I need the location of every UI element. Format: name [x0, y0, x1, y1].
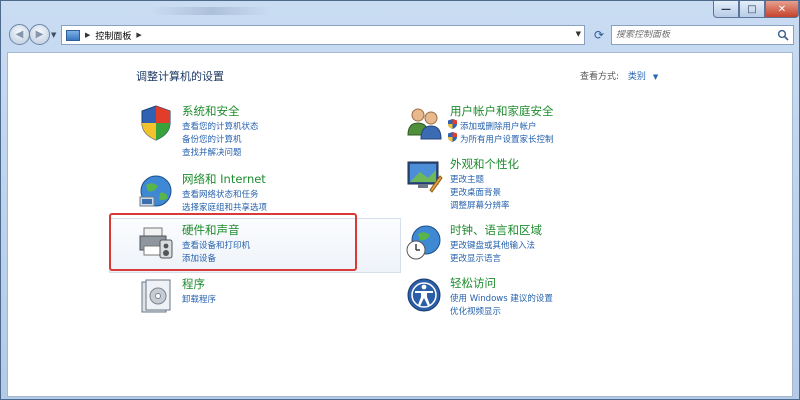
link-add-remove-accounts[interactable]: 添加或删除用户帐户: [460, 120, 537, 132]
search-input[interactable]: [612, 30, 772, 40]
clock-language-icon: [404, 222, 444, 262]
category-appearance[interactable]: 外观和个性化 更改主题 更改桌面背景 调整屏幕分辨率: [404, 156, 624, 214]
link-parental-controls[interactable]: 为所有用户设置家长控制: [460, 133, 554, 145]
link-screen-resolution[interactable]: 调整屏幕分辨率: [450, 199, 510, 211]
search-box[interactable]: [611, 25, 794, 45]
link-network-status[interactable]: 查看网络状态和任务: [182, 188, 259, 200]
category-title[interactable]: 程序: [182, 276, 205, 292]
category-title[interactable]: 时钟、语言和区域: [450, 222, 542, 238]
view-by: 查看方式: 类别 ▼: [580, 69, 658, 82]
category-programs[interactable]: 程序 卸载程序: [136, 276, 336, 316]
control-panel-icon: [66, 29, 80, 41]
chevron-down-icon[interactable]: ▼: [653, 73, 658, 81]
red-highlight-box: [109, 213, 357, 271]
category-system-security[interactable]: 系统和安全 查看您的计算机状态 备份您的计算机 查找并解决问题: [136, 103, 336, 161]
link-keyboard-input[interactable]: 更改键盘或其他输入法: [450, 239, 535, 251]
category-title[interactable]: 用户帐户和家庭安全: [450, 103, 554, 119]
category-title[interactable]: 轻松访问: [450, 275, 496, 291]
view-by-dropdown[interactable]: 类别: [628, 72, 646, 82]
close-button[interactable]: ✕: [765, 1, 799, 18]
link-view-computer-status[interactable]: 查看您的计算机状态: [182, 120, 259, 132]
recent-pages-dropdown-icon[interactable]: ▼: [51, 31, 56, 39]
category-clock-language[interactable]: 时钟、语言和区域 更改键盘或其他输入法 更改显示语言: [404, 222, 624, 266]
refresh-button[interactable]: ⟳: [589, 25, 609, 45]
back-arrow-icon: ◀: [15, 29, 24, 40]
programs-icon: [136, 276, 176, 316]
link-optimize-display[interactable]: 优化视频显示: [450, 305, 501, 317]
category-ease-of-access[interactable]: 轻松访问 使用 Windows 建议的设置 优化视频显示: [404, 275, 624, 319]
minimize-button[interactable]: —: [713, 1, 739, 18]
navigation-bar: ◀ ▶ ▼ ▶ 控制面板 ▶ ▼ ⟳: [1, 20, 799, 50]
search-icon[interactable]: [777, 29, 789, 41]
ease-of-access-icon: [404, 275, 444, 315]
link-homegroup-sharing[interactable]: 选择家庭组和共享选项: [182, 201, 267, 213]
breadcrumb-chevron-icon[interactable]: ▶: [136, 31, 141, 39]
breadcrumb-chevron-icon[interactable]: ▶: [85, 31, 90, 39]
breadcrumb-control-panel[interactable]: 控制面板: [95, 29, 131, 42]
network-internet-icon: [136, 171, 176, 211]
link-desktop-background[interactable]: 更改桌面背景: [450, 186, 501, 198]
link-recommended-settings[interactable]: 使用 Windows 建议的设置: [450, 292, 553, 304]
page-title: 调整计算机的设置: [136, 70, 224, 83]
title-bar[interactable]: — □ ✕: [1, 1, 799, 20]
view-by-label: 查看方式:: [580, 72, 620, 82]
refresh-icon: ⟳: [593, 28, 605, 42]
category-title[interactable]: 网络和 Internet: [182, 171, 266, 187]
address-dropdown-icon[interactable]: ▼: [576, 30, 581, 38]
link-change-theme[interactable]: 更改主题: [450, 173, 484, 185]
forward-arrow-icon: ▶: [35, 29, 44, 40]
appearance-icon: [404, 156, 444, 196]
category-network-internet[interactable]: 网络和 Internet 查看网络状态和任务 选择家庭组和共享选项: [136, 171, 336, 215]
uac-shield-icon: [448, 132, 457, 142]
link-backup-computer[interactable]: 备份您的计算机: [182, 133, 242, 145]
address-bar[interactable]: ▶ 控制面板 ▶ ▼: [61, 25, 585, 45]
forward-button[interactable]: ▶: [29, 24, 50, 45]
link-troubleshoot[interactable]: 查找并解决问题: [182, 146, 242, 158]
uac-shield-icon: [448, 119, 457, 129]
category-title[interactable]: 系统和安全: [182, 103, 240, 119]
link-display-language[interactable]: 更改显示语言: [450, 252, 501, 264]
link-uninstall-program[interactable]: 卸载程序: [182, 293, 216, 305]
back-button[interactable]: ◀: [9, 24, 30, 45]
maximize-button[interactable]: □: [739, 1, 765, 18]
system-security-icon: [136, 103, 176, 143]
content-area: 调整计算机的设置 查看方式: 类别 ▼ 系统和安全 查看您的计算机状态 备份您的…: [7, 52, 793, 397]
control-panel-window: — □ ✕ ◀ ▶ ▼ ▶ 控制面板 ▶ ▼ ⟳ 搜索控制面板 调整计算机的设置…: [0, 0, 800, 400]
blurred-title: [151, 7, 271, 15]
category-user-accounts[interactable]: 用户帐户和家庭安全 添加或删除用户帐户 为所有用户设置家长控制: [404, 103, 624, 147]
category-title[interactable]: 外观和个性化: [450, 156, 519, 172]
user-accounts-icon: [404, 103, 444, 143]
